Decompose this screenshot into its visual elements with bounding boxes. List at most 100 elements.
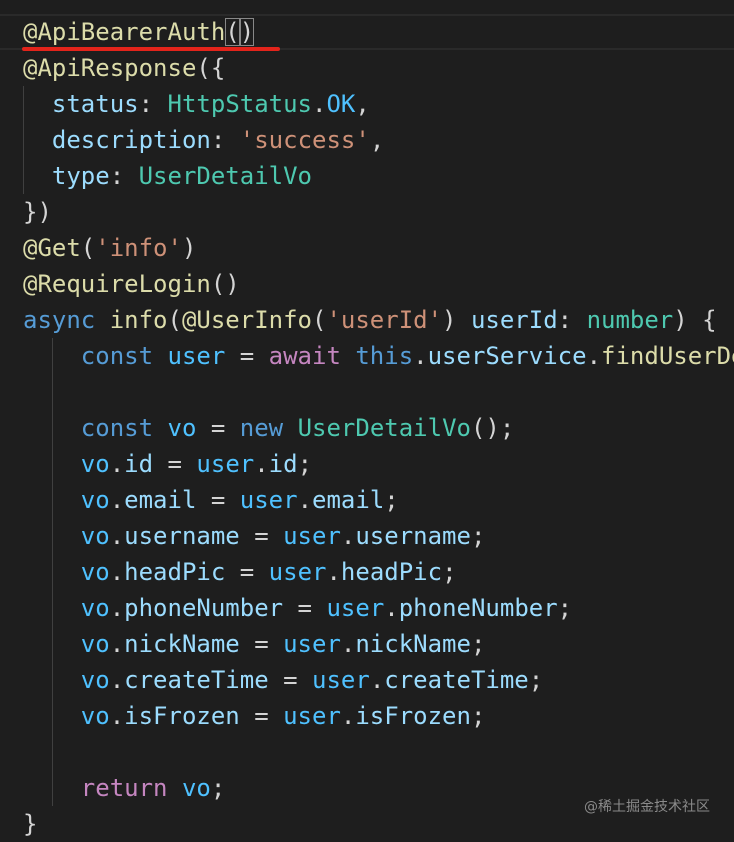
code-line[interactable]: async info(@UserInfo('userId') userId: n… xyxy=(23,302,734,338)
code-token: HttpStatus xyxy=(167,90,313,118)
code-token: }) xyxy=(23,198,52,226)
code-line[interactable]: vo.username = user.username; xyxy=(23,518,734,554)
code-line[interactable]: vo.nickName = user.nickName; xyxy=(23,626,734,662)
code-line[interactable]: @ApiResponse({ xyxy=(23,50,734,86)
code-token: this xyxy=(355,342,414,370)
code-line[interactable]: vo.isFrozen = user.isFrozen; xyxy=(23,698,734,734)
code-token: user xyxy=(239,486,298,514)
code-token: username xyxy=(124,522,240,550)
code-token: : xyxy=(210,126,240,154)
code-token: ; xyxy=(470,630,486,658)
code-token: vo xyxy=(80,450,110,478)
code-line[interactable]: vo.phoneNumber = user.phoneNumber; xyxy=(23,590,734,626)
code-token: . xyxy=(413,342,428,370)
code-line[interactable]: description: 'success', xyxy=(23,122,734,158)
code-token: info xyxy=(109,306,168,334)
code-line[interactable]: vo.id = user.id; xyxy=(23,446,734,482)
code-editor[interactable]: @ApiBearerAuth() @ApiResponse({ status: H… xyxy=(0,0,734,840)
annotation-underline xyxy=(22,47,280,51)
code-token: = xyxy=(196,414,240,442)
code-line[interactable] xyxy=(23,374,734,410)
code-token: ) xyxy=(442,306,471,334)
code-token: new xyxy=(239,414,284,442)
code-token: nickName xyxy=(355,630,471,658)
code-token: createTime xyxy=(124,666,269,694)
code-token: . xyxy=(586,342,602,370)
code-token: . xyxy=(384,594,399,622)
code-token: ; xyxy=(557,594,573,622)
code-token: ; xyxy=(528,666,544,694)
code-line[interactable] xyxy=(23,734,734,770)
code-token: : xyxy=(138,90,168,118)
code-token: user xyxy=(326,594,385,622)
code-token: = xyxy=(153,450,197,478)
code-token: vo xyxy=(80,594,110,622)
code-token: . xyxy=(109,522,125,550)
code-token: vo xyxy=(181,774,211,802)
code-line[interactable]: vo.email = user.email; xyxy=(23,482,734,518)
code-token: email xyxy=(124,486,197,514)
code-token: . xyxy=(109,702,125,730)
code-token: ) { xyxy=(673,306,717,334)
code-token: isFrozen xyxy=(355,702,471,730)
code-line[interactable]: const user = await this.userService.find… xyxy=(23,338,734,374)
code-token: OK xyxy=(326,90,356,118)
code-token: ; xyxy=(297,450,313,478)
code-token: nickName xyxy=(124,630,240,658)
code-token: } xyxy=(23,810,38,838)
code-line[interactable]: }) xyxy=(23,194,734,230)
code-token: isFrozen xyxy=(124,702,240,730)
code-token: user xyxy=(268,558,327,586)
code-token: . xyxy=(340,702,356,730)
code-token: username xyxy=(355,522,471,550)
code-token: . xyxy=(109,486,125,514)
code-lines[interactable]: @ApiBearerAuth() @ApiResponse({ status: H… xyxy=(23,14,734,842)
code-token: ; xyxy=(470,522,486,550)
code-token: . xyxy=(109,666,125,694)
code-token: createTime xyxy=(384,666,529,694)
code-token: ( xyxy=(312,306,327,334)
code-token: phoneNumber xyxy=(398,594,558,622)
code-token: vo xyxy=(80,630,110,658)
code-token: @UserInfo xyxy=(181,306,312,334)
code-token: user xyxy=(283,702,341,730)
code-line[interactable]: const vo = new UserDetailVo(); xyxy=(23,410,734,446)
code-token: ( xyxy=(80,234,96,262)
code-token: user xyxy=(167,342,226,370)
code-token: user xyxy=(196,450,255,478)
code-token: 'userId' xyxy=(326,306,443,334)
code-line[interactable]: @Get('info') xyxy=(23,230,734,266)
code-token: = xyxy=(239,702,284,730)
code-token: , xyxy=(355,90,370,118)
code-token: type xyxy=(51,162,110,190)
code-token: ( xyxy=(167,306,182,334)
code-token: status xyxy=(51,90,139,118)
code-line[interactable]: @RequireLogin() xyxy=(23,266,734,302)
code-token: ( xyxy=(225,18,240,46)
code-token: findUserDe xyxy=(601,342,734,370)
code-token: (); xyxy=(470,414,515,442)
code-token: vo xyxy=(80,666,110,694)
code-line[interactable]: vo.headPic = user.headPic; xyxy=(23,554,734,590)
code-token: : xyxy=(557,306,587,334)
code-line[interactable]: type: UserDetailVo xyxy=(23,158,734,194)
code-token: user xyxy=(283,522,341,550)
code-line[interactable]: @ApiBearerAuth() xyxy=(23,14,734,50)
code-line[interactable]: status: HttpStatus.OK, xyxy=(23,86,734,122)
code-token: . xyxy=(326,558,341,586)
code-token: = xyxy=(196,486,240,514)
code-token: @ApiBearerAuth xyxy=(23,18,226,46)
code-token: id xyxy=(124,450,154,478)
code-token: . xyxy=(254,450,269,478)
code-token: ) xyxy=(239,18,255,46)
code-token: . xyxy=(340,522,356,550)
code-line[interactable]: vo.createTime = user.createTime; xyxy=(23,662,734,698)
